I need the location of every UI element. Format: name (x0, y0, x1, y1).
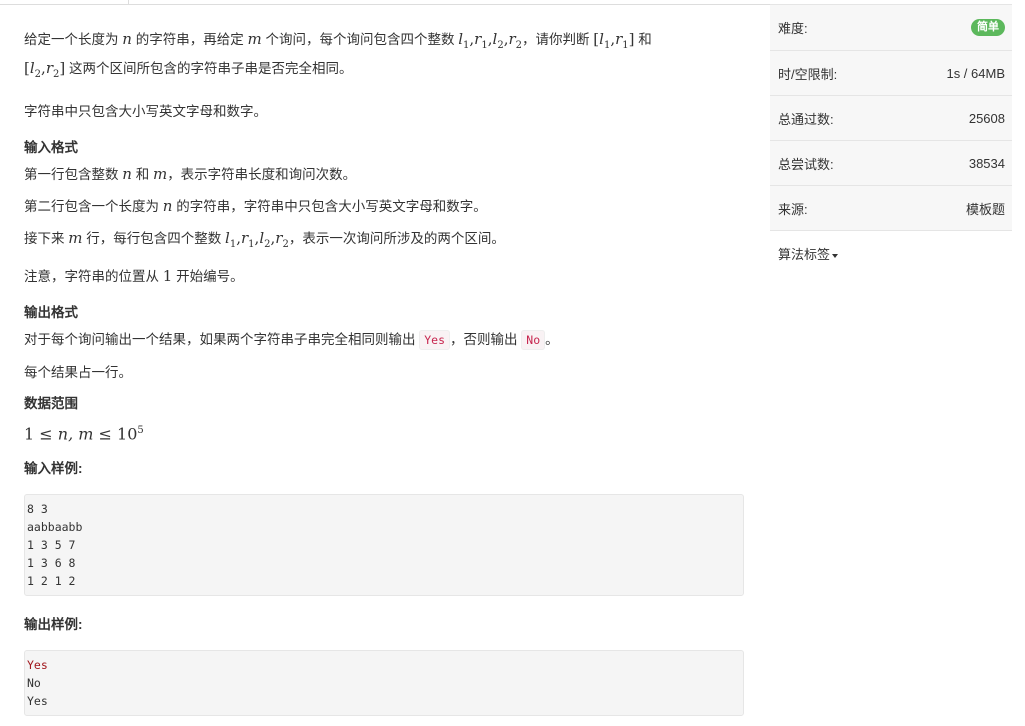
sample-output-title: 输出样例: (24, 617, 83, 633)
sample-input-line: 1 3 5 7 (27, 538, 76, 553)
difficulty-badge: 简单 (971, 19, 1005, 36)
tab-strip (0, 0, 770, 5)
source-label: 来源: (778, 201, 808, 217)
math-interval-2: [l2,r2] (24, 59, 66, 80)
math-n: n (122, 30, 132, 48)
sample-output-line: Yes (27, 658, 48, 673)
sample-output-line: Yes (27, 694, 48, 709)
passed-label: 总通过数: (778, 111, 834, 127)
sample-input-line: 1 2 1 2 (27, 574, 76, 589)
problem-info-sidebar: 难度: 简单 时/空限制: 1s / 64MB 总通过数: 25608 总尝试数… (770, 4, 1012, 276)
difficulty-row: 难度: 简单 (770, 5, 1012, 51)
input-line-3: 接下来 m 行，每行包含四个整数 l1,r1,l2,r2，表示一次询问所涉及的两… (24, 229, 505, 250)
algorithm-tags-label[interactable]: 算法标签 (778, 247, 830, 262)
code-yes: Yes (419, 330, 451, 350)
sample-output-block[interactable]: Yes No Yes (24, 650, 744, 717)
caret-down-icon[interactable] (832, 253, 839, 258)
tried-label: 总尝试数: (778, 156, 834, 172)
output-line-1: 对于每个询问输出一个结果，如果两个字符串子串完全相同则输出 Yes ，否则输出 N… (24, 328, 746, 352)
input-line-1: 第一行包含整数 n 和 m，表示字符串长度和询问次数。 (24, 165, 357, 183)
passed-value: 25608 (968, 110, 1005, 126)
passed-row: 总通过数: 25608 (770, 96, 1012, 141)
source-value[interactable]: 模板题 (966, 199, 1005, 218)
sample-input-line: 8 3 (27, 502, 48, 517)
input-line-2: 第二行包含一个长度为 n 的字符串，字符串中只包含大小写英文字母和数字。 (24, 197, 487, 215)
sample-input-line: 1 3 6 8 (27, 556, 76, 571)
math-l1r1l2r2: l1,r1,l2,r2 (458, 30, 523, 51)
output-format-title: 输出格式 (24, 305, 78, 320)
problem-content: 给定一个长度为 n 的字符串，再给定 m 个询问，每个询问包含四个整数 l1,r… (24, 28, 746, 726)
limit-label: 时/空限制: (778, 66, 838, 82)
problem-page: 给定一个长度为 n 的字符串，再给定 m 个询问，每个询问包含四个整数 l1,r… (0, 0, 1025, 726)
data-range-math: 1 ≤ n, m ≤ 105 (24, 424, 144, 444)
math-interval-1: [l1,r1] (593, 30, 635, 51)
tried-row: 总尝试数: 38534 (770, 141, 1012, 186)
code-no: No (521, 330, 546, 350)
tried-value: 38534 (968, 155, 1005, 171)
algorithm-tags-toggle[interactable]: 算法标签 (770, 231, 1012, 276)
data-range-title: 数据范围 (24, 396, 78, 411)
sample-input-title: 输入样例: (24, 461, 83, 477)
output-line-2: 每个结果占一行。 (24, 365, 132, 380)
difficulty-label: 难度: (778, 21, 808, 36)
charset-note: 字符串中只包含大小写英文字母和数字。 (24, 104, 267, 119)
index-note: 注意，字符串的位置从 1 开始编号。 (24, 267, 244, 285)
tab-active[interactable] (0, 0, 129, 4)
sample-output-line: No (27, 676, 41, 691)
problem-description: 给定一个长度为 n 的字符串，再给定 m 个询问，每个询问包含四个整数 l1,r… (24, 30, 652, 80)
input-format-title: 输入格式 (24, 140, 78, 155)
sample-input-line: aabbaabb (27, 520, 83, 535)
limit-row: 时/空限制: 1s / 64MB (770, 51, 1012, 96)
source-row: 来源: 模板题 (770, 186, 1012, 231)
limit-value: 1s / 64MB (946, 65, 1005, 81)
math-m: m (247, 30, 262, 48)
sample-input-block[interactable]: 8 3 aabbaabb 1 3 5 7 1 3 6 8 1 2 1 2 (24, 494, 744, 597)
